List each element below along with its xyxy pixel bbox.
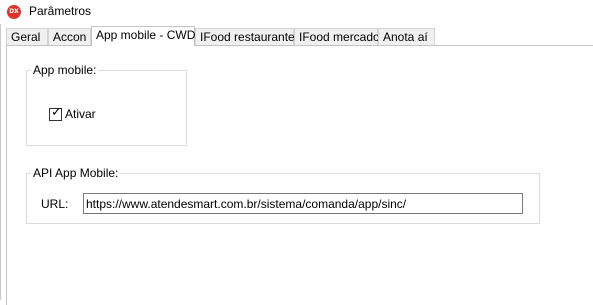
checkmark-icon: ✓ — [51, 105, 62, 120]
app-mobile-legend: App mobile: — [31, 63, 99, 77]
title-bar: DX Parâmetros — [0, 0, 593, 24]
window-border — [0, 24, 1, 300]
tab-geral[interactable]: Geral — [6, 28, 48, 45]
url-input[interactable] — [83, 193, 523, 214]
tab-ifood-restaurante[interactable]: IFood restaurante — [195, 28, 295, 45]
tab-accon[interactable]: Accon — [48, 28, 91, 45]
window-title: Parâmetros — [29, 4, 92, 18]
app-mobile-groupbox: App mobile: ✓ Ativar — [26, 63, 187, 146]
tab-strip: Geral Accon App mobile - CWD IFood resta… — [6, 26, 593, 46]
tab-app-mobile-cwd[interactable]: App mobile - CWD — [91, 26, 195, 46]
tab-anota-ai[interactable]: Anota aí — [378, 28, 435, 45]
ativar-checkbox[interactable]: ✓ — [49, 105, 62, 121]
api-app-mobile-groupbox: API App Mobile: URL: — [26, 166, 540, 224]
url-label: URL: — [41, 197, 69, 211]
api-app-mobile-legend: API App Mobile: — [31, 166, 121, 180]
tab-ifood-mercado[interactable]: IFood mercado — [294, 28, 380, 45]
tab-panel: App mobile: ✓ Ativar API App Mobile: URL… — [6, 45, 593, 305]
app-icon: DX — [7, 5, 21, 19]
ativar-label[interactable]: Ativar — [65, 107, 96, 121]
